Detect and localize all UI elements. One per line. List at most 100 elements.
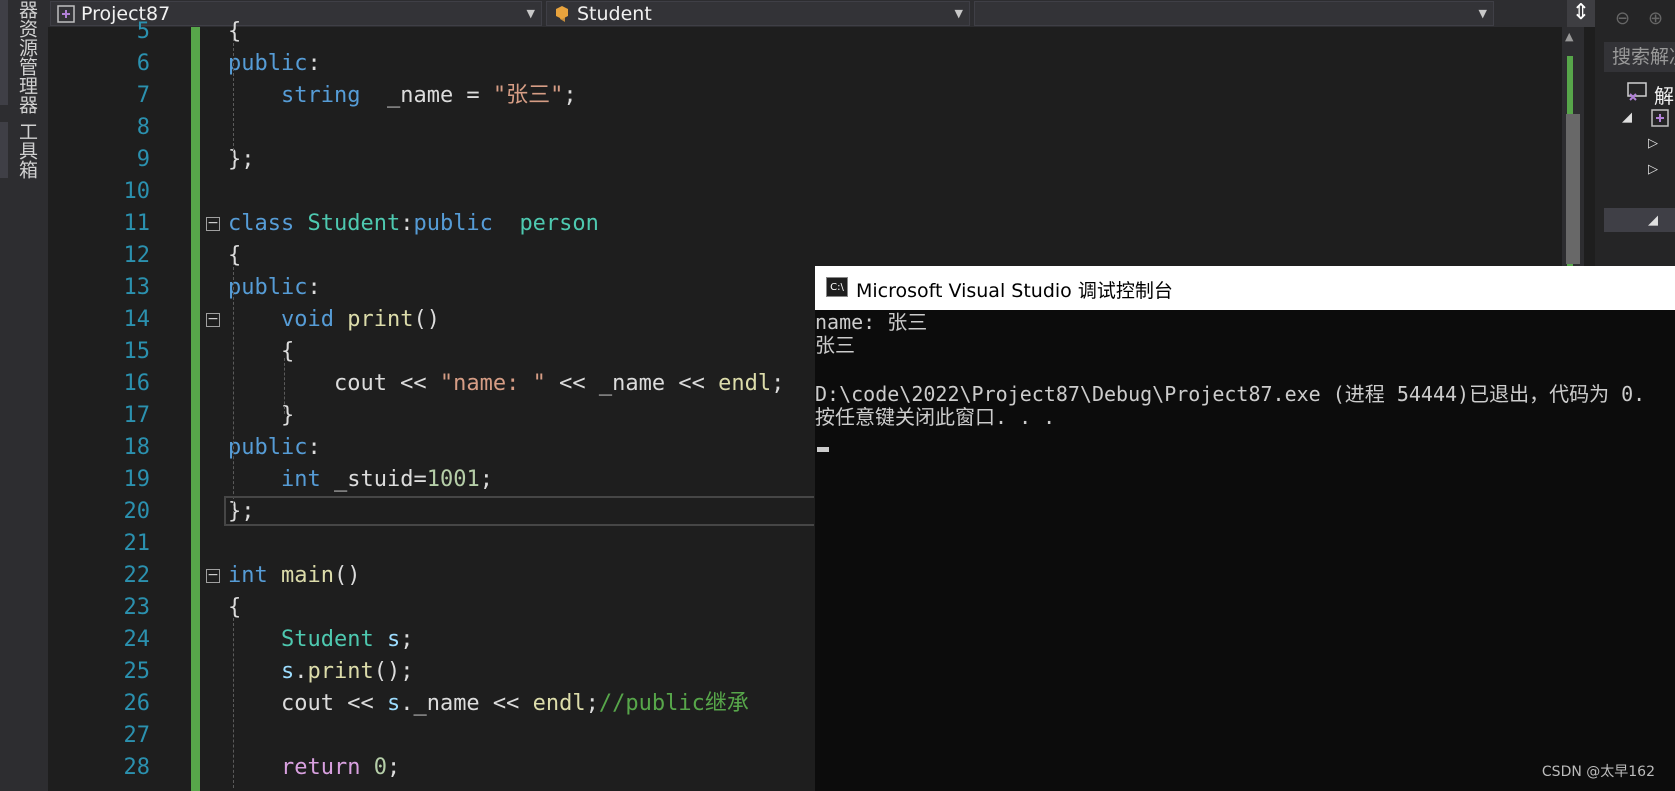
line-number: 5 [136, 19, 150, 44]
code-line[interactable]: cout << s._name << endl;//public继承 [228, 688, 749, 720]
code-token: endl [718, 371, 772, 396]
code-line[interactable]: { [228, 592, 241, 624]
code-token: print [347, 307, 414, 332]
line-number: 13 [123, 275, 151, 300]
code-token: ; [585, 691, 599, 716]
collapse-icon[interactable]: − [206, 568, 220, 583]
class-icon [556, 6, 568, 22]
line-number: 19 [123, 467, 151, 492]
tab-solution-explorer[interactable]: 器资源管理器 [12, 0, 40, 114]
line-number: 17 [123, 403, 151, 428]
code-token: . [400, 691, 414, 716]
code-token: endl [532, 691, 586, 716]
solution-label[interactable]: 解 [1654, 80, 1674, 109]
console-line: name: 张三 [815, 310, 928, 334]
line-number: 15 [123, 339, 151, 364]
line-number: 18 [123, 435, 151, 460]
forward-icon[interactable]: ⊕ [1648, 8, 1663, 29]
code-token: = [413, 467, 427, 492]
code-token: s [280, 659, 295, 684]
collapse-icon[interactable]: − [206, 312, 220, 327]
project-icon [1651, 109, 1669, 127]
indent-guide [233, 38, 234, 156]
line-number: 22 [123, 563, 151, 588]
code-token: cout << [228, 371, 440, 396]
line-number: 23 [123, 595, 151, 620]
line-number: 27 [123, 723, 151, 748]
code-token: ; [400, 627, 414, 652]
line-number: 11 [123, 211, 151, 236]
line-number: 7 [136, 83, 150, 108]
code-line[interactable]: string _name = "张三"; [228, 80, 577, 112]
code-line[interactable]: return 0; [228, 752, 400, 784]
collapse-icon[interactable]: − [206, 216, 220, 231]
left-tool-strip: 器资源管理器 工具箱 [0, 0, 48, 791]
line-number: 10 [123, 179, 151, 204]
code-token: Student [280, 627, 387, 652]
code-token: Student [307, 211, 401, 236]
back-icon[interactable]: ⊖ [1615, 8, 1630, 29]
current-line-highlight [224, 496, 814, 526]
code-line[interactable]: class Student:public person [228, 208, 599, 240]
split-editor-icon[interactable]: ⇕ [1567, 0, 1595, 27]
line-number: 16 [123, 371, 151, 396]
code-line[interactable]: cout << "name: " << _name << endl; [228, 368, 784, 400]
code-line[interactable]: }; [228, 144, 255, 176]
code-token: 0 [373, 755, 387, 780]
expand-icon[interactable]: ▷ [1648, 162, 1658, 177]
code-line[interactable]: public: [228, 432, 321, 464]
code-line[interactable]: public: [228, 48, 321, 80]
code-token: ; [771, 371, 785, 396]
line-number: 21 [123, 531, 151, 556]
code-token: person [519, 211, 599, 236]
code-token: public [228, 51, 308, 76]
code-line[interactable]: int _stuid=1001; [228, 464, 493, 496]
code-token: ; [479, 467, 493, 492]
solution-search-input[interactable]: 搜索解决 [1604, 42, 1675, 72]
chevron-down-icon: ▼ [954, 7, 963, 20]
code-line[interactable]: public: [228, 272, 321, 304]
code-token: class [228, 211, 308, 236]
debug-console-window[interactable] [815, 266, 1675, 791]
solution-icon [1627, 82, 1647, 101]
code-line[interactable]: s.print(); [228, 656, 413, 688]
code-token: cout << [228, 691, 387, 716]
line-number: 28 [123, 755, 151, 780]
code-token: //public继承 [598, 691, 749, 716]
expand-icon[interactable]: ◢ [1622, 110, 1632, 125]
tab-marker [0, 0, 8, 105]
editor-margin [48, 27, 84, 791]
chevron-down-icon: ▼ [526, 7, 535, 20]
expand-icon[interactable]: ▷ [1648, 136, 1658, 151]
code-token: s [386, 691, 401, 716]
line-number: 24 [123, 627, 151, 652]
code-token: : [400, 211, 414, 236]
code-line[interactable]: { [228, 240, 241, 272]
code-token: : [307, 435, 321, 460]
scrollbar-thumb[interactable] [1566, 114, 1580, 264]
code-line[interactable]: int main() [228, 560, 360, 592]
console-line: 张三 [815, 333, 855, 357]
tab-toolbox[interactable]: 工具箱 [12, 122, 40, 179]
code-token: public [228, 275, 308, 300]
code-token: _name = [360, 83, 493, 108]
code-line[interactable]: Student s; [228, 624, 413, 656]
class-combo[interactable]: Student ▼ [546, 1, 970, 26]
scroll-up-icon[interactable]: ▲ [1565, 30, 1573, 43]
code-token: 1001 [426, 467, 480, 492]
code-line[interactable]: { [228, 16, 241, 48]
line-number: 20 [123, 499, 151, 524]
code-token: . [294, 659, 308, 684]
code-token: public [228, 435, 308, 460]
panel-splitter[interactable] [1604, 208, 1675, 232]
console-cursor [817, 447, 829, 452]
console-line: 按任意键关闭此窗口. . . [815, 405, 1056, 429]
code-line[interactable]: void print() [228, 304, 440, 336]
member-combo[interactable]: ▼ [974, 1, 1494, 26]
